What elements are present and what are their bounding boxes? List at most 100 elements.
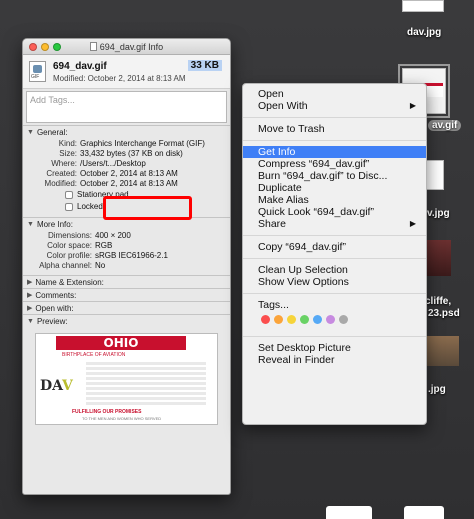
gif-file-icon — [29, 61, 46, 82]
open-with-section[interactable]: ▶ Open with: — [23, 301, 230, 314]
more-info-label: More Info: — [36, 219, 73, 229]
info-row: Created: October 2, 2014 at 8:13 AM — [23, 169, 230, 179]
preview-image: OHIO BIRTHPLACE OF AVIATION DAV FULFILLI… — [35, 333, 218, 425]
tag-color-dot-4[interactable] — [313, 315, 322, 324]
disclosure-down-icon[interactable]: ▼ — [27, 129, 34, 136]
alpha-channel-value: No — [95, 261, 106, 270]
checkbox-icon[interactable] — [65, 203, 73, 211]
disclosure-right-icon[interactable]: ▶ — [27, 304, 32, 312]
color-space-label: Color space: — [47, 241, 92, 250]
menu-item-share[interactable]: Share ▶ — [243, 218, 426, 230]
preview-header[interactable]: ▼ Preview: — [23, 315, 230, 327]
where-label: Where: — [51, 159, 77, 168]
cliffe-psd-thumbnail[interactable] — [425, 240, 451, 276]
menu-item-reveal-in-finder[interactable]: Reveal in Finder — [243, 354, 426, 366]
preview-text-lines — [86, 362, 206, 406]
cliffe-psd-label-1[interactable]: cliffe, — [425, 296, 451, 307]
file-size: 33 KB — [187, 60, 222, 71]
file-header: 694_dav.gif 33 KB Modified: October 2, 2… — [23, 55, 230, 89]
menu-item-get-info[interactable]: Get Info — [243, 146, 426, 158]
tag-color-dot-6[interactable] — [339, 315, 348, 324]
menu-item-move-to-trash[interactable]: Move to Trash — [243, 123, 426, 135]
disclosure-right-icon[interactable]: ▶ — [27, 278, 32, 286]
share-text: Share — [258, 218, 287, 230]
highlight-annotation-box — [103, 196, 192, 220]
preview-banner: OHIO — [56, 336, 186, 350]
tag-color-dot-0[interactable] — [261, 315, 270, 324]
jpg-label[interactable]: v.jpg — [427, 208, 450, 219]
menu-item-compress[interactable]: Compress “694_dav.gif” — [243, 158, 426, 170]
where-value: /Users/t.../Desktop — [80, 159, 146, 168]
menu-item-make-alias[interactable]: Make Alias — [243, 194, 426, 206]
menu-item-duplicate[interactable]: Duplicate — [243, 182, 426, 194]
menu-item-set-desktop-picture[interactable]: Set Desktop Picture — [243, 342, 426, 354]
tag-color-dot-1[interactable] — [274, 315, 283, 324]
desktop[interactable]: dav.jpg av.gif v.jpg cliffe, 23.psd .jpg… — [0, 0, 474, 519]
tags-input[interactable]: Add Tags... — [26, 91, 227, 123]
tag-color-dot-2[interactable] — [287, 315, 296, 324]
disclosure-right-icon[interactable]: ▶ — [27, 291, 32, 299]
tag-color-dot-3[interactable] — [300, 315, 309, 324]
dav-jpg-label[interactable]: dav.jpg — [407, 27, 441, 38]
created-value: October 2, 2014 at 8:13 AM — [80, 169, 178, 178]
general-section-header[interactable]: ▼ General: — [23, 126, 230, 138]
kind-value: Graphics Interchange Format (GIF) — [80, 139, 205, 148]
menu-item-open[interactable]: Open — [243, 88, 426, 100]
menu-item-copy[interactable]: Copy “694_dav.gif” — [243, 241, 426, 253]
jpg2-thumbnail[interactable] — [427, 336, 459, 366]
disclosure-down-icon[interactable]: ▼ — [27, 318, 34, 325]
locked-label: Locked — [77, 202, 103, 211]
menu-item-open-with[interactable]: Open With ▶ — [243, 100, 426, 112]
tag-color-dots — [243, 315, 426, 324]
dav-jpg-thumbnail[interactable] — [402, 0, 444, 12]
preview-subtitle: BIRTHPLACE OF AVIATION — [62, 352, 126, 358]
menu-item-quick-look[interactable]: Quick Look “694_dav.gif” — [243, 206, 426, 218]
tag-color-dot-5[interactable] — [326, 315, 335, 324]
logo-part-a: DA — [40, 378, 62, 394]
menu-separator — [243, 140, 426, 141]
preview-section: ▼ Preview: OHIO BIRTHPLACE OF AVIATION DA… — [23, 314, 230, 425]
menu-item-burn[interactable]: Burn “694_dav.gif” to Disc... — [243, 170, 426, 182]
cliffe-psd-label-2[interactable]: 23.psd — [428, 308, 460, 319]
kind-label: Kind: — [58, 139, 77, 148]
jpg2-label[interactable]: .jpg — [428, 384, 446, 395]
info-row: Size: 33,432 bytes (37 KB on disk) — [23, 149, 230, 159]
info-row: Modified: October 2, 2014 at 8:13 AM — [23, 179, 230, 189]
menu-item-show-view-options[interactable]: Show View Options — [243, 276, 426, 288]
modified-value: October 2, 2014 at 8:13 AM — [80, 179, 178, 188]
info-row: Color profile: sRGB IEC61966-2.1 — [23, 251, 230, 261]
bottom-thumbnail-1[interactable] — [326, 506, 372, 519]
comments-label: Comments: — [35, 290, 77, 300]
name-extension-section[interactable]: ▶ Name & Extension: — [23, 275, 230, 288]
modified-label: Modified: — [44, 179, 77, 188]
window-titlebar[interactable]: 694_dav.gif Info — [23, 39, 230, 55]
menu-item-tags[interactable]: Tags... — [243, 299, 426, 311]
preview-footer: FULFILLING OUR PROMISES — [72, 409, 142, 415]
file-name: 694_dav.gif — [53, 61, 107, 72]
menu-separator — [243, 117, 426, 118]
dav-logo: DAV — [40, 378, 73, 394]
submenu-arrow-icon: ▶ — [409, 101, 416, 110]
disclosure-down-icon[interactable]: ▼ — [27, 221, 34, 228]
more-info-section: ▼ More Info: Dimensions: 400 × 200 Color s… — [23, 217, 230, 275]
selected-gif-label[interactable]: av.gif — [428, 120, 462, 131]
size-label: Size: — [59, 149, 77, 158]
info-row: Dimensions: 400 × 200 — [23, 231, 230, 241]
checkbox-icon[interactable] — [65, 191, 73, 199]
alpha-channel-label: Alpha channel: — [39, 261, 92, 270]
file-modified: Modified: October 2, 2014 at 8:13 AM — [53, 74, 186, 83]
bottom-thumbnail-2[interactable] — [404, 506, 444, 519]
menu-separator — [243, 293, 426, 294]
dimensions-value: 400 × 200 — [95, 231, 131, 240]
submenu-arrow-icon: ▶ — [409, 219, 416, 228]
get-info-window: 694_dav.gif Info 694_dav.gif 33 KB Modif… — [22, 38, 231, 495]
menu-separator — [243, 258, 426, 259]
menu-item-clean-up-selection[interactable]: Clean Up Selection — [243, 264, 426, 276]
comments-section[interactable]: ▶ Comments: — [23, 288, 230, 301]
dimensions-label: Dimensions: — [47, 231, 92, 240]
size-value: 33,432 bytes (37 KB on disk) — [80, 149, 183, 158]
color-space-value: RGB — [95, 241, 113, 250]
color-profile-value: sRGB IEC61966-2.1 — [95, 251, 168, 260]
open-with-label: Open with: — [35, 303, 74, 313]
info-row: Color space: RGB — [23, 241, 230, 251]
